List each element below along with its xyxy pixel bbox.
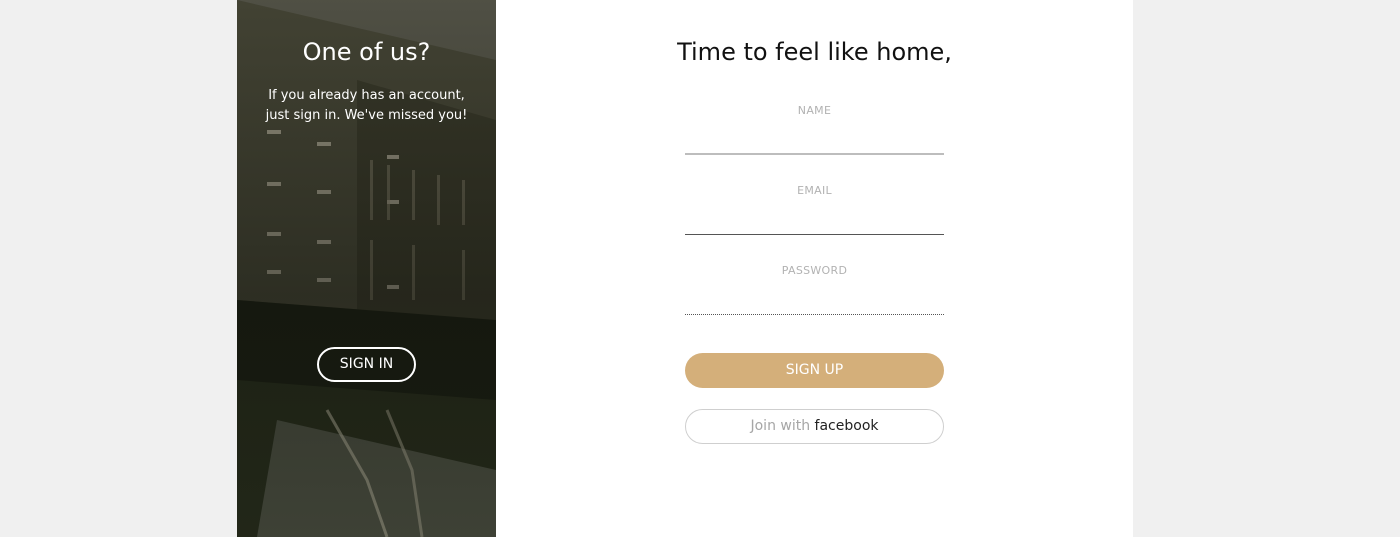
- image-overlay: [237, 0, 496, 537]
- email-input[interactable]: [685, 209, 944, 235]
- signin-panel: One of us? If you already has an account…: [237, 0, 496, 537]
- email-field-group: EMAIL: [685, 184, 944, 235]
- name-input[interactable]: [685, 129, 944, 155]
- page: One of us? If you already has an account…: [0, 0, 1400, 537]
- sign-in-button[interactable]: SIGN IN: [317, 347, 416, 382]
- name-field-group: NAME: [685, 104, 944, 155]
- password-input[interactable]: [685, 289, 944, 315]
- email-label: EMAIL: [797, 184, 832, 197]
- signin-panel-text-line: If you already has an account,: [268, 88, 465, 103]
- auth-card: One of us? If you already has an account…: [237, 0, 1133, 537]
- name-label: NAME: [797, 104, 832, 117]
- sign-up-button[interactable]: SIGN UP: [685, 353, 944, 388]
- signin-panel-text: If you already has an account, just sign…: [253, 86, 480, 126]
- join-with-facebook-button[interactable]: Join with facebook: [685, 409, 944, 444]
- signin-panel-title: One of us?: [302, 38, 431, 66]
- signin-panel-text-line: just sign in. We've missed you!: [265, 108, 468, 123]
- facebook-button-prefix: Join with: [750, 418, 811, 434]
- signup-title: Time to feel like home,: [677, 38, 952, 66]
- facebook-button-brand: facebook: [814, 418, 879, 434]
- password-field-group: PASSWORD: [685, 264, 944, 315]
- password-label: PASSWORD: [781, 264, 848, 277]
